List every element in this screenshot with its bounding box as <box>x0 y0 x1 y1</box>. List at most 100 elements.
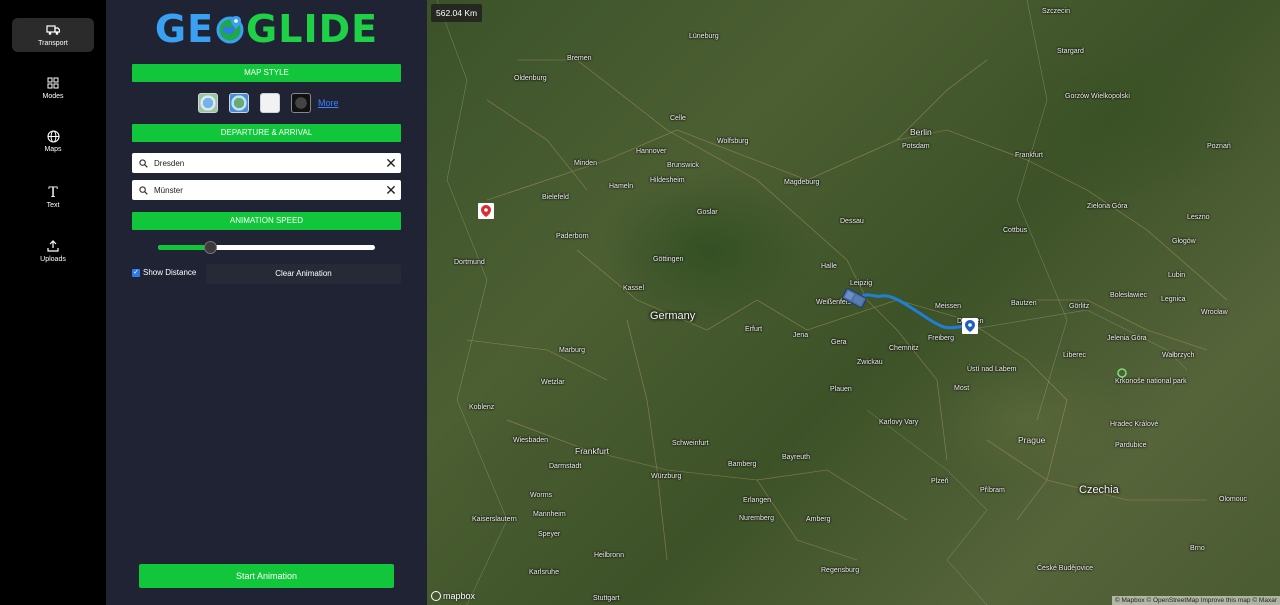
city-label: Zwickau <box>857 359 883 366</box>
upload-icon <box>47 239 59 254</box>
sidebar-item-maps[interactable]: Maps <box>12 124 94 158</box>
city-label: Gorzów Wielkopolski <box>1065 93 1130 100</box>
map-style-header: MAP STYLE <box>132 64 401 82</box>
city-label: Leipzig <box>850 280 873 287</box>
city-label: Jena <box>793 332 809 339</box>
animation-speed-header: ANIMATION SPEED <box>132 212 401 230</box>
city-label: Speyer <box>538 531 561 538</box>
city-label: Oldenburg <box>514 75 547 82</box>
city-label: Wrocław <box>1201 309 1228 316</box>
city-label: Minden <box>574 160 597 167</box>
city-label: Potsdam <box>902 143 930 150</box>
city-label: Kassel <box>623 285 645 292</box>
search-icon <box>132 185 154 195</box>
city-label: Regensburg <box>821 567 860 574</box>
departure-input[interactable] <box>154 158 381 168</box>
city-label: Zielona Góra <box>1087 203 1128 210</box>
city-label: Magdeburg <box>784 179 820 186</box>
map-canvas[interactable]: 562.04 Km Berlin Potsdam Hannover Bremen… <box>427 0 1280 605</box>
sidebar-item-label: Uploads <box>40 255 66 263</box>
city-label: Hradec Králové <box>1110 421 1159 428</box>
style-light-thumb[interactable] <box>260 93 280 113</box>
search-icon <box>132 158 154 168</box>
city-label: Plzeň <box>931 478 949 485</box>
city-label: Bayreuth <box>782 454 811 461</box>
city-label: Krkonoše national park <box>1115 378 1187 385</box>
city-label: České Budějovice <box>1037 565 1094 572</box>
city-label: Stargard <box>1057 48 1084 55</box>
arrival-input[interactable] <box>154 185 381 195</box>
departure-arrival-header: DEPARTURE & ARRIVAL <box>132 124 401 142</box>
mapbox-logo-icon <box>431 591 441 601</box>
sidebar-item-label: Transport <box>38 39 68 47</box>
city-label: Liberec <box>1063 352 1086 359</box>
style-dark-thumb[interactable] <box>291 93 311 113</box>
city-label: Příbram <box>980 487 1005 494</box>
style-streets-thumb[interactable] <box>229 93 249 113</box>
city-label: Heilbronn <box>594 552 624 559</box>
departure-field: ✕ <box>132 153 401 173</box>
sidebar-item-text[interactable]: T Text <box>12 180 94 214</box>
sidebar-item-transport[interactable]: Transport <box>12 18 94 52</box>
city-label: Koblenz <box>469 404 495 411</box>
country-label: Czechia <box>1079 484 1119 496</box>
city-label: Ústí nad Labem <box>967 366 1017 373</box>
speed-slider-thumb[interactable] <box>204 241 218 254</box>
clear-arrival-icon[interactable]: ✕ <box>381 180 401 200</box>
city-label: Freiberg <box>928 335 955 342</box>
city-label: Wolfsburg <box>717 138 749 145</box>
sidebar-item-label: Maps <box>44 145 62 153</box>
app-logo: GE GLIDE <box>106 6 427 52</box>
city-label: Celle <box>670 115 686 122</box>
sidebar-rail: Transport Modes Maps T Text Uploads <box>0 0 106 605</box>
control-panel: GE GLIDE MAP STYLE More DEPARTURE & ARRIV… <box>106 0 427 605</box>
vehicle-marker <box>842 288 867 309</box>
city-label: Schweinfurt <box>672 440 709 447</box>
city-label: Poznań <box>1207 143 1231 150</box>
city-label: Marburg <box>559 347 586 354</box>
grid-icon <box>47 77 59 91</box>
mapbox-logo-text: mapbox <box>443 591 476 601</box>
city-label: Cottbus <box>1003 227 1028 234</box>
checkbox-checked-icon[interactable]: ✓ <box>132 268 140 277</box>
country-label: Germany <box>650 310 696 322</box>
city-label: Berlin <box>910 127 932 137</box>
map-attribution[interactable]: © Mapbox © OpenStreetMap Improve this ma… <box>1111 596 1280 605</box>
style-satellite-thumb[interactable] <box>198 93 218 113</box>
sidebar-item-uploads[interactable]: Uploads <box>12 234 94 268</box>
arrival-pin-icon[interactable] <box>478 203 494 219</box>
city-label: Goslar <box>697 209 718 216</box>
sidebar-item-label: Text <box>46 201 60 209</box>
city-label: Frankfurt <box>1015 152 1044 159</box>
city-label: Bolesławiec <box>1110 292 1147 299</box>
sidebar-item-modes[interactable]: Modes <box>12 71 94 105</box>
departure-pin-icon[interactable] <box>962 318 978 334</box>
city-label: Hildesheim <box>650 177 685 184</box>
city-label: Most <box>954 385 970 392</box>
clear-departure-icon[interactable]: ✕ <box>381 153 401 173</box>
city-label: Pardubice <box>1115 442 1147 449</box>
city-label: Bautzen <box>1011 300 1037 307</box>
city-label: Kaiserslautern <box>472 516 517 523</box>
mapbox-logo[interactable]: mapbox <box>431 591 475 601</box>
route-line <box>855 293 969 330</box>
distance-badge: 562.04 Km <box>431 4 483 22</box>
city-label: Halle <box>821 263 837 270</box>
more-styles-link[interactable]: More <box>318 98 339 108</box>
city-label: Chemnitz <box>889 345 919 352</box>
city-label: Dessau <box>840 218 864 225</box>
clear-animation-button[interactable]: Clear Animation <box>206 264 401 284</box>
city-label: Głogów <box>1172 238 1196 245</box>
arrival-field: ✕ <box>132 180 401 200</box>
city-label: Plauen <box>830 386 852 393</box>
city-label: Lubin <box>1168 272 1186 279</box>
park-icon <box>1117 368 1127 378</box>
city-label: Mannheim <box>533 511 566 518</box>
city-label: Olomouc <box>1219 496 1248 503</box>
city-label: Jelenia Góra <box>1107 335 1147 342</box>
speed-slider[interactable] <box>158 241 375 254</box>
start-animation-button[interactable]: Start Animation <box>139 564 394 588</box>
city-label: Karlovy Vary <box>879 419 919 426</box>
city-label: Brno <box>1190 545 1205 552</box>
show-distance-toggle[interactable]: ✓ Show Distance <box>132 268 196 277</box>
